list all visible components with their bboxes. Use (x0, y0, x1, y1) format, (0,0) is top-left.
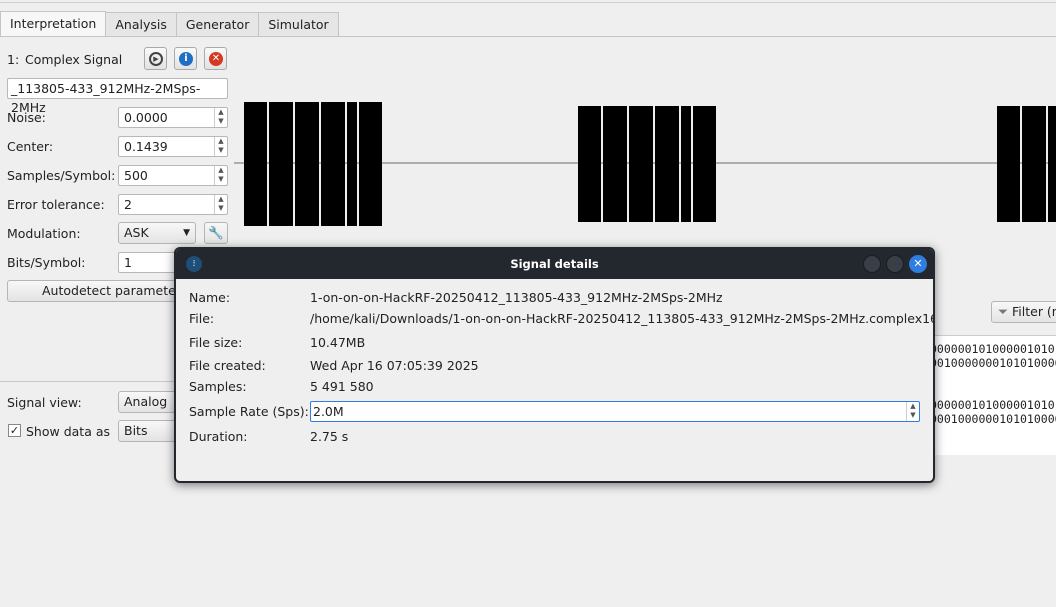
bits-row: 00010000001010100000 (930, 412, 1056, 426)
dialog-title: Signal details (510, 257, 599, 271)
bits-row: 00000010100000101010 (930, 342, 1056, 356)
signal-burst (629, 106, 653, 222)
name-value: 1-on-on-on-HackRF-20250412_113805-433_91… (310, 290, 723, 305)
signal-burst (578, 106, 601, 222)
modulation-value: ASK (124, 225, 149, 240)
signal-name-input[interactable]: _113805-433_912MHz-2MSps-2MHz (7, 78, 228, 115)
bits-per-symbol-label: Bits/Symbol: (7, 255, 86, 270)
spin-arrows-icon[interactable]: ▲ ▼ (906, 402, 919, 421)
tab-interpretation[interactable]: Interpretation (0, 11, 107, 37)
sample-rate-label: Sample Rate (Sps): (189, 404, 309, 419)
maximize-button[interactable] (886, 255, 904, 273)
tab-analysis[interactable]: Analysis (105, 12, 177, 36)
file-value: /home/kali/Downloads/1-on-on-on-HackRF-2… (310, 311, 935, 326)
file-size-label: File size: (189, 335, 243, 350)
duration-value: 2.75 s (310, 429, 349, 444)
signal-index: 1: (7, 52, 20, 67)
modulation-settings-button[interactable]: 🔧 (204, 222, 228, 244)
play-button[interactable]: ▶ (144, 47, 167, 70)
error-tolerance-label: Error tolerance: (7, 197, 105, 212)
modulation-select[interactable]: ASK ▼ (118, 222, 196, 244)
signal-burst (997, 106, 1020, 222)
signal-burst (244, 102, 267, 226)
duration-label: Duration: (189, 429, 248, 444)
app-logo-icon: ⫶ (186, 256, 202, 272)
signal-burst (347, 102, 357, 226)
sample-rate-spinbox[interactable]: 2.0M ▲ ▼ (310, 401, 920, 422)
dialog-titlebar: ⫶ Signal details ✕ (176, 249, 933, 279)
error-tolerance-spinbox[interactable]: 2 ▲ ▼ (118, 194, 228, 215)
play-icon: ▶ (149, 52, 163, 66)
signal-burst (269, 102, 293, 226)
signal-title: Complex Signal (25, 52, 123, 67)
close-icon: ✕ (209, 52, 223, 66)
signal-view-label: Signal view: (7, 395, 82, 410)
tab-simulator[interactable]: Simulator (258, 12, 339, 36)
noise-value: 0.0000 (124, 110, 168, 125)
file-size-value: 10.47MB (310, 335, 366, 350)
show-data-label: Show data as (26, 424, 111, 439)
info-icon: i (179, 52, 193, 66)
samples-value: 5 491 580 (310, 379, 374, 394)
error-tolerance-value: 2 (124, 197, 132, 212)
close-icon: ✕ (913, 257, 923, 270)
tab-generator[interactable]: Generator (175, 12, 260, 36)
signal-burst (603, 106, 627, 222)
file-created-value: Wed Apr 16 07:05:39 2025 (310, 358, 479, 373)
bits-row: 00100000001010100000 (930, 356, 1056, 370)
spin-arrows-icon[interactable]: ▲ ▼ (214, 166, 227, 185)
samples-per-symbol-value: 500 (124, 168, 148, 183)
file-created-label: File created: (189, 358, 266, 373)
info-button[interactable]: i (174, 47, 197, 70)
wrench-icon: 🔧 (208, 225, 224, 240)
signal-burst (1048, 106, 1056, 222)
main-tabs: Interpretation Analysis Generator Simula… (0, 11, 339, 37)
filter-label: Filter (n (1012, 304, 1056, 319)
spin-arrows-icon[interactable]: ▲ ▼ (214, 108, 227, 127)
file-label: File: (189, 311, 215, 326)
bits-per-symbol-value: 1 (124, 255, 132, 270)
noise-label: Noise: (7, 110, 46, 125)
center-label: Center: (7, 139, 54, 154)
chevron-down-icon: ▼ (183, 228, 190, 238)
sample-rate-value: 2.0M (313, 404, 344, 419)
filter-button[interactable]: ⏷ Filter (n (991, 301, 1056, 323)
minimize-button[interactable] (863, 255, 881, 273)
close-dialog-button[interactable]: ✕ (909, 255, 927, 273)
close-signal-button[interactable]: ✕ (204, 47, 227, 70)
signal-burst (359, 102, 382, 226)
modulation-label: Modulation: (7, 226, 81, 241)
signal-burst (295, 102, 319, 226)
signal-burst (681, 106, 691, 222)
show-data-checkbox[interactable]: ✓ (8, 424, 21, 437)
signal-plot[interactable] (234, 90, 1056, 235)
name-label: Name: (189, 290, 231, 305)
spin-arrows-icon[interactable]: ▲ ▼ (214, 195, 227, 214)
bits-row: 00000010100000101010 (930, 398, 1056, 412)
center-spinbox[interactable]: 0.1439 ▲ ▼ (118, 136, 228, 157)
samples-per-symbol-spinbox[interactable]: 500 ▲ ▼ (118, 165, 228, 186)
signal-burst (1022, 106, 1046, 222)
top-border (0, 0, 1056, 3)
signal-burst (321, 102, 345, 226)
signal-burst (655, 106, 679, 222)
filter-icon: ⏷ (998, 304, 1009, 319)
noise-spinbox[interactable]: 0.0000 ▲ ▼ (118, 107, 228, 128)
samples-per-symbol-label: Samples/Symbol: (7, 168, 116, 183)
samples-label: Samples: (189, 379, 247, 394)
signal-details-dialog: ⫶ Signal details ✕ Name: 1-on-on-on-Hack… (174, 247, 935, 483)
spin-arrows-icon[interactable]: ▲ ▼ (214, 137, 227, 156)
signal-burst (693, 106, 716, 222)
center-value: 0.1439 (124, 139, 168, 154)
